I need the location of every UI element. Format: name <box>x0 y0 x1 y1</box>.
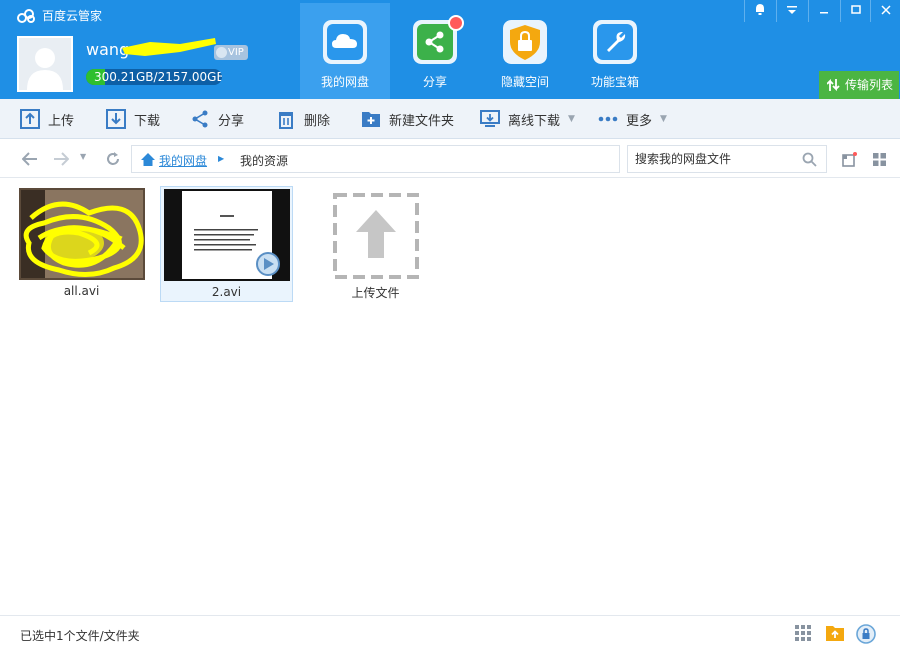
refresh-icon[interactable] <box>105 151 121 171</box>
list-view-icon[interactable] <box>842 152 857 167</box>
vip-badge[interactable]: VIP <box>214 45 248 60</box>
status-bar: 已选中1个文件/文件夹 <box>0 615 900 650</box>
video-thumbnail <box>19 188 145 280</box>
breadcrumb-current: 我的资源 <box>240 154 289 168</box>
transfer-list-button[interactable]: 传输列表 <box>819 71 899 99</box>
file-name: 2.avi <box>211 285 242 299</box>
lock-icon <box>503 20 547 64</box>
search-box <box>627 145 827 173</box>
quota-bar: 300.21GB/2157.00GB <box>86 69 222 85</box>
breadcrumb-separator-icon[interactable]: ▶ <box>218 154 224 163</box>
more-dots-icon <box>598 116 618 122</box>
baidu-cloud-logo-icon <box>17 8 35 23</box>
toolbar: 上传 下载 分享 删除 新建文件夹 离线下载 ▼ 更多 ▼ <box>0 99 900 139</box>
tab-toolbox[interactable]: 功能宝箱 <box>570 3 660 99</box>
trash-icon <box>279 112 293 129</box>
tab-share[interactable]: 分享 <box>390 3 480 99</box>
address-row: ▼ 我的网盘 ▶ 我的资源 <box>0 140 900 178</box>
search-icon[interactable] <box>802 152 817 167</box>
close-button[interactable] <box>870 0 900 22</box>
download-icon <box>106 109 126 129</box>
history-dropdown-icon[interactable]: ▼ <box>80 152 86 161</box>
file-name: 上传文件 <box>351 286 400 300</box>
app-logo: 百度云管家 <box>16 7 102 24</box>
lock-status-icon[interactable] <box>856 624 876 644</box>
file-item-2-avi[interactable]: 2.avi <box>160 186 293 302</box>
avatar[interactable] <box>17 36 73 92</box>
upload-arrow-icon <box>333 193 419 279</box>
search-input[interactable] <box>628 146 793 172</box>
maximize-button[interactable] <box>840 0 870 22</box>
app-title: 百度云管家 <box>42 9 103 23</box>
wrench-icon <box>593 20 637 64</box>
grid-apps-icon[interactable] <box>794 624 812 642</box>
video-thumbnail <box>164 189 290 281</box>
upload-file-placeholder[interactable]: 上传文件 <box>310 186 443 302</box>
new-folder-button[interactable]: 新建文件夹 <box>361 99 454 139</box>
minimize-button[interactable] <box>808 0 838 22</box>
forward-arrow-icon[interactable] <box>53 151 70 170</box>
selection-status: 已选中1个文件/文件夹 <box>20 629 140 643</box>
menu-dropdown-icon[interactable] <box>776 0 806 22</box>
file-name: all.avi <box>63 284 100 298</box>
upload-button[interactable]: 上传 <box>20 99 74 139</box>
tab-hidden-space[interactable]: 隐藏空间 <box>480 3 570 99</box>
transfer-arrows-icon <box>827 78 840 92</box>
notification-dot <box>448 15 464 31</box>
vip-crown-icon <box>216 47 227 58</box>
share-icon <box>192 110 208 128</box>
new-folder-icon <box>362 112 380 127</box>
redaction-scribble <box>122 38 216 56</box>
offline-download-button[interactable]: 离线下载 ▼ <box>480 99 575 139</box>
upload-folder-icon[interactable] <box>825 624 845 642</box>
notification-bell-icon[interactable] <box>744 0 774 22</box>
share-button[interactable]: 分享 <box>190 99 244 139</box>
title-header: 百度云管家 wang VIP 300.21GB/2157.00GB 我的网盘 分… <box>0 0 900 99</box>
user-silhouette-icon <box>27 48 63 90</box>
grid-view-icon[interactable] <box>872 152 887 167</box>
download-button[interactable]: 下载 <box>106 99 160 139</box>
upload-icon <box>20 109 40 129</box>
cloud-icon <box>323 20 367 64</box>
breadcrumb-root[interactable]: 我的网盘 <box>159 152 207 169</box>
more-button[interactable]: 更多 ▼ <box>598 99 667 139</box>
address-bar[interactable]: 我的网盘 ▶ 我的资源 <box>131 145 620 173</box>
home-icon[interactable] <box>140 152 156 167</box>
chevron-down-icon: ▼ <box>568 114 575 124</box>
tab-my-disk[interactable]: 我的网盘 <box>300 3 390 99</box>
back-arrow-icon[interactable] <box>21 151 38 170</box>
delete-button[interactable]: 删除 <box>276 99 330 139</box>
file-item-all-avi[interactable]: all.avi <box>16 186 149 302</box>
offline-download-icon <box>480 110 500 127</box>
chevron-down-icon: ▼ <box>660 114 667 124</box>
quota-text: 300.21GB/2157.00GB <box>94 70 222 84</box>
